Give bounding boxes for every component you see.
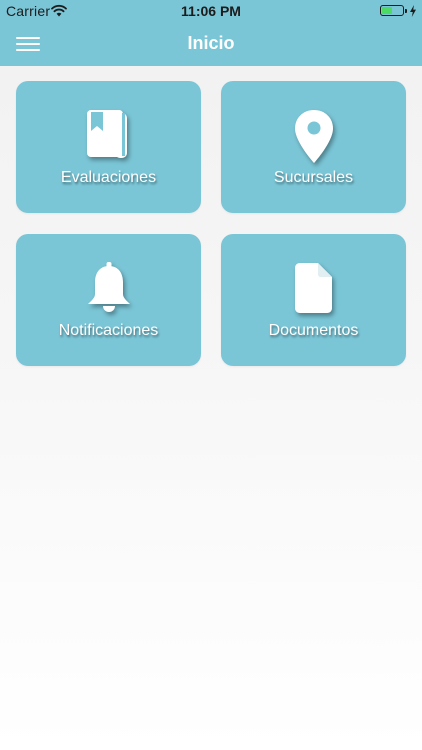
- status-bar: Carrier 11:06 PM: [0, 0, 422, 22]
- bell-icon: [87, 262, 130, 312]
- battery-icon: [380, 5, 407, 16]
- tile-notificaciones[interactable]: Notificaciones: [16, 234, 201, 366]
- tile-label: Notificaciones: [58, 322, 159, 339]
- document-icon: [294, 263, 332, 313]
- charging-bolt-icon: [410, 5, 416, 17]
- navigation-bar: Inicio: [0, 22, 422, 66]
- page-title: Inicio: [187, 33, 235, 53]
- clock: 11:06 PM: [181, 3, 241, 19]
- map-pin-icon: [294, 110, 333, 163]
- tile-sucursales[interactable]: Sucursales: [221, 81, 406, 213]
- tile-label: Documentos: [268, 322, 359, 339]
- tile-label: Evaluaciones: [60, 169, 157, 186]
- tile-documentos[interactable]: Documentos: [221, 234, 406, 366]
- battery-level: [382, 7, 393, 14]
- book-icon: [86, 110, 127, 158]
- tile-label: Sucursales: [273, 169, 354, 186]
- tile-evaluaciones[interactable]: Evaluaciones: [16, 81, 201, 213]
